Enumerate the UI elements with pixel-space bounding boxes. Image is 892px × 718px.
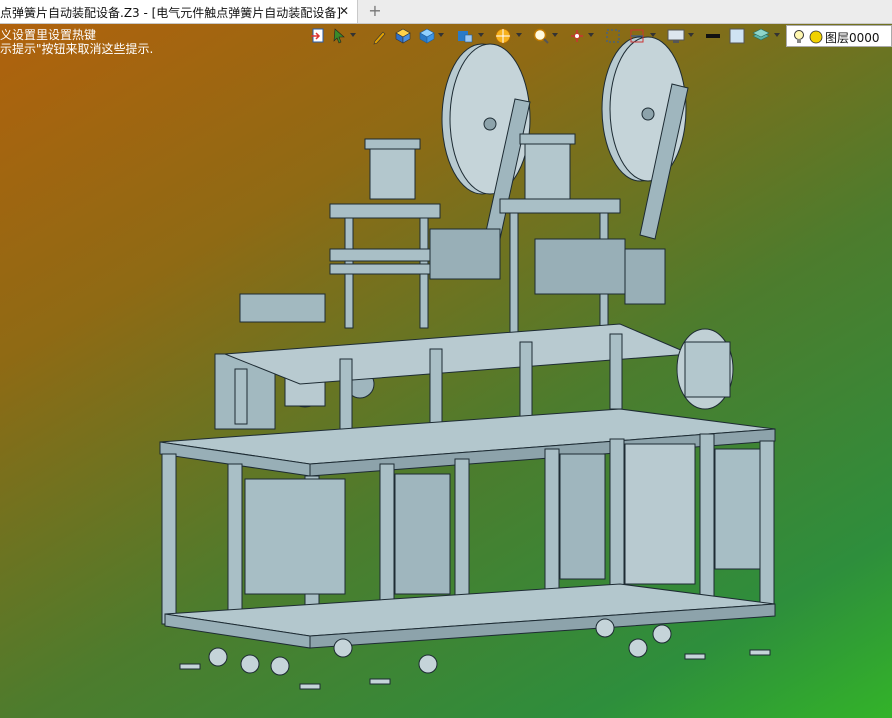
chevron-down-icon[interactable] [688, 33, 694, 37]
cube-icon[interactable] [418, 27, 436, 45]
chevron-down-icon[interactable] [350, 33, 356, 37]
layer-stack-icon[interactable] [752, 27, 770, 45]
chevron-down-icon[interactable] [588, 33, 594, 37]
zoom-icon[interactable] [532, 27, 550, 45]
snap-icon[interactable] [568, 27, 586, 45]
3d-viewport[interactable]: 义设置里设置热键 示提示"按钮来取消这些提示. 图层0000 [0, 24, 892, 718]
frame-icon[interactable] [604, 27, 622, 45]
close-tab-icon[interactable]: ✕ [336, 2, 352, 20]
render-icon[interactable] [494, 27, 512, 45]
line-color-icon[interactable] [704, 27, 722, 45]
lightbulb-icon[interactable] [793, 29, 805, 45]
document-tab-title: 点弹簧片自动装配设备.Z3 - [电气元件触点弹簧片自动装配设备] [0, 6, 341, 20]
fill-color-icon[interactable] [728, 27, 746, 45]
pencil-icon[interactable] [372, 27, 388, 45]
layer-color-icon [809, 30, 823, 44]
layer-name: 图层0000 [825, 31, 880, 45]
select-icon[interactable] [332, 27, 348, 45]
export-icon[interactable] [310, 27, 326, 45]
layer-selector[interactable]: 图层0000 [786, 25, 892, 47]
chevron-down-icon[interactable] [774, 33, 780, 37]
chevron-down-icon[interactable] [552, 33, 558, 37]
new-tab-button[interactable]: + [366, 2, 384, 20]
assembly-model[interactable] [0, 24, 892, 718]
chevron-down-icon[interactable] [478, 33, 484, 37]
box-icon[interactable] [394, 27, 412, 45]
view-cube-icon[interactable] [456, 27, 474, 45]
grid-icon[interactable] [628, 27, 646, 45]
monitor-icon[interactable] [666, 27, 686, 45]
tab-bar: 点弹簧片自动装配设备.Z3 - [电气元件触点弹簧片自动装配设备] ✕ + [0, 0, 892, 24]
document-tab[interactable]: 点弹簧片自动装配设备.Z3 - [电气元件触点弹簧片自动装配设备] ✕ [0, 0, 358, 23]
chevron-down-icon[interactable] [438, 33, 444, 37]
chevron-down-icon[interactable] [516, 33, 522, 37]
chevron-down-icon[interactable] [650, 33, 656, 37]
